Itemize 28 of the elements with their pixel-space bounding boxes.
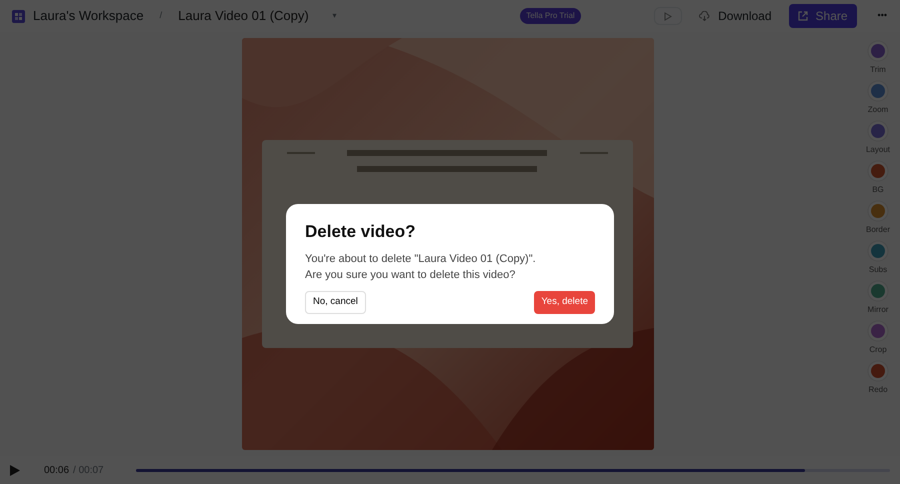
tool-icon <box>867 280 889 302</box>
cancel-button[interactable]: No, cancel <box>305 291 366 314</box>
tool-icon <box>867 120 889 142</box>
caret-icon[interactable]: ▾ <box>332 10 337 22</box>
play-icon <box>664 12 672 20</box>
breadcrumb-separator: / <box>160 9 162 22</box>
tool-icon <box>867 240 889 262</box>
download-button[interactable]: Download <box>698 6 773 26</box>
share-button[interactable]: Share <box>788 4 857 28</box>
video-title[interactable]: Laura Video 01 (Copy) <box>178 6 309 26</box>
workspace-link[interactable]: Laura's Workspace <box>33 6 144 26</box>
trial-badge[interactable]: Tella Pro Trial <box>520 8 581 24</box>
tool-icon <box>867 320 889 342</box>
tool-icon <box>867 360 889 382</box>
play-button[interactable] <box>10 464 20 476</box>
logo-icon[interactable] <box>12 10 25 22</box>
more-button[interactable]: ••• <box>876 8 888 24</box>
tool-icon <box>867 80 889 102</box>
current-time: 00:06 <box>44 464 70 478</box>
dialog-message: You're about to delete "Laura Video 01 (Copy)". Are you sure you want to delete this video? <box>305 252 537 284</box>
dialog-title: Delete video? <box>305 222 417 242</box>
cloud-download-icon <box>699 11 710 21</box>
tool-icon <box>866 200 889 222</box>
share-icon <box>798 11 808 21</box>
preview-button[interactable] <box>654 7 682 25</box>
tool-icon <box>867 160 889 182</box>
delete-button[interactable]: Yes, delete <box>534 291 595 314</box>
tool-icon <box>867 40 889 62</box>
